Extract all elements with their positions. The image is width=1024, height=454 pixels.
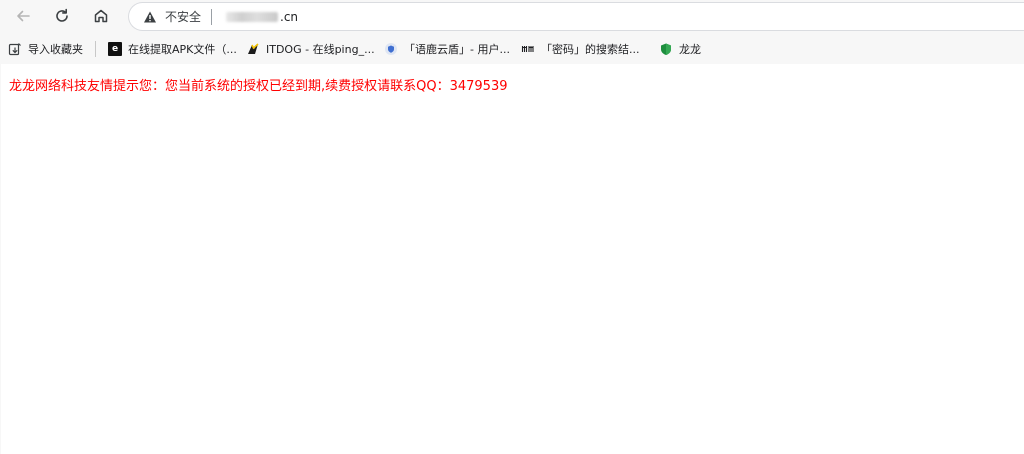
bookmarks-separator (95, 41, 96, 57)
bookmark-label: 龙龙 (679, 42, 701, 56)
reload-button[interactable] (50, 4, 74, 28)
apk-site-icon: e (108, 41, 122, 56)
address-divider (211, 8, 213, 25)
redacted-domain (226, 11, 279, 22)
security-status-label[interactable]: 不安全 (165, 8, 201, 25)
browser-toolbar: 不安全 .cn (0, 0, 1024, 33)
itdog-icon (246, 42, 260, 56)
bookmarks-bar: 导入收藏夹 e 在线提取APK文件（... ITDOG - 在线ping_... (0, 33, 1024, 63)
url-text[interactable]: .cn (226, 10, 298, 24)
bookmark-label: 在线提取APK文件（... (128, 42, 237, 56)
page-content: 龙龙网络科技友情提示您：您当前系统的授权已经到期,续费授权请联系QQ：34795… (1, 64, 1024, 454)
back-button[interactable] (11, 4, 35, 28)
bookmark-label: 「语鹿云盾」- 用户... (404, 42, 510, 56)
bookmark-label: ITDOG - 在线ping_... (266, 42, 375, 56)
warning-icon[interactable] (143, 10, 157, 24)
bookmark-import[interactable]: 导入收藏夹 (8, 40, 83, 57)
home-button[interactable] (89, 4, 113, 28)
shield-badge-icon (384, 42, 398, 56)
reload-icon (56, 8, 68, 22)
bookmark-label: 导入收藏夹 (28, 42, 83, 56)
bookmark-yulu-cloud-shield[interactable]: 「语鹿云盾」- 用户... (384, 40, 510, 57)
license-expired-notice: 龙龙网络科技友情提示您：您当前系统的授权已经到期,续费授权请联系QQ：34795… (9, 79, 508, 94)
bookmark-apk-extract[interactable]: e 在线提取APK文件（... (108, 40, 237, 57)
url-tld: .cn (280, 9, 299, 24)
bookmark-itdog[interactable]: ITDOG - 在线ping_... (246, 40, 375, 57)
green-shield-icon (659, 42, 673, 56)
search-site-icon (521, 42, 535, 56)
arrow-left-icon (17, 10, 30, 22)
bookmark-label: 「密码」的搜索结... (541, 42, 640, 56)
address-bar[interactable]: 不安全 .cn (128, 2, 1024, 31)
bookmark-password-search[interactable]: 「密码」的搜索结... (521, 40, 640, 57)
home-icon (94, 9, 108, 23)
import-bookmarks-icon (8, 42, 22, 56)
browser-window: 不安全 .cn 导入收藏夹 e 在线提取APK文件（... ITDOG - 在线… (0, 0, 1024, 454)
bookmark-longlong[interactable]: 龙龙 (659, 40, 701, 57)
